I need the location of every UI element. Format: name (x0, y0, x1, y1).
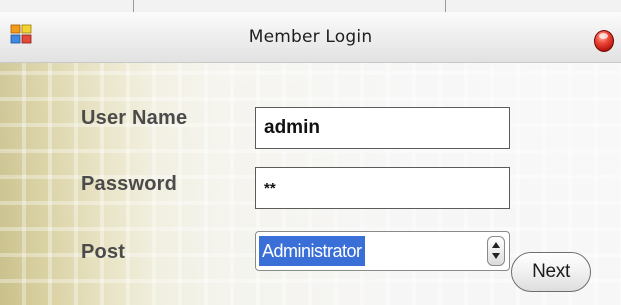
username-field[interactable]: admin (255, 107, 510, 149)
post-label: Post (81, 241, 126, 263)
arrow-up-icon (492, 242, 500, 248)
arrow-down-icon (492, 253, 500, 259)
post-select[interactable]: Administrator (255, 231, 510, 271)
window-title: Member Login (248, 27, 373, 47)
login-window: Member Login User Name admin Password **… (0, 0, 621, 305)
title-bar[interactable]: Member Login (0, 12, 621, 63)
login-form-panel: User Name admin Password ** Post Adminis… (0, 63, 621, 305)
password-label: Password (81, 173, 178, 195)
password-field[interactable]: ** (255, 167, 510, 209)
post-selected-value: Administrator (259, 236, 365, 266)
column-divider (445, 0, 446, 12)
close-icon[interactable] (594, 30, 614, 52)
column-divider (133, 0, 134, 12)
up-down-arrows-icon[interactable] (487, 236, 505, 266)
next-button[interactable]: Next (511, 252, 591, 292)
username-label: User Name (81, 107, 188, 129)
